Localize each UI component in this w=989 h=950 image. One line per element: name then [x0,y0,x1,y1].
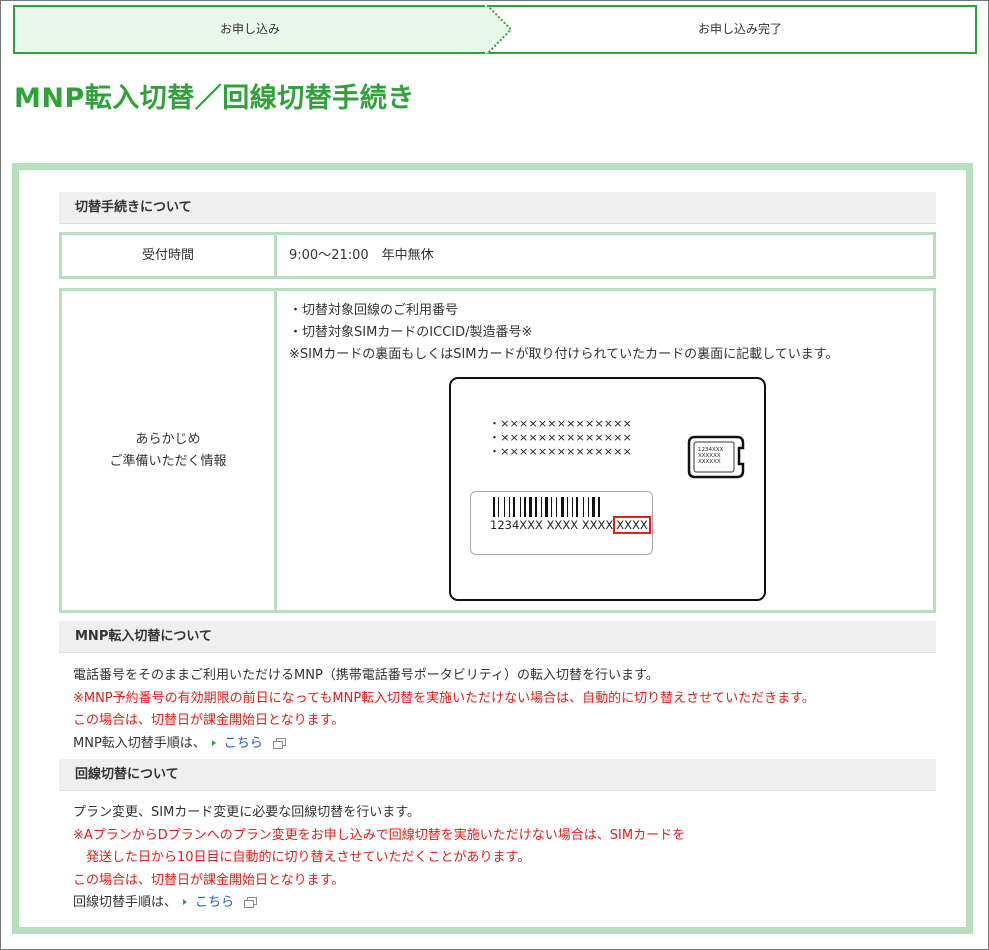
mnp-procedure-link[interactable]: こちら [224,736,263,751]
sim-chip-icon: 1234XXX XXXXXX XXXXXX [687,435,745,479]
barcode-bar [598,497,600,517]
barcode-bar [583,497,584,517]
prepare-row: あらかじめ ご準備いただく情報 ・切替対象回線のご利用番号 ・切替対象SIMカー… [59,288,936,613]
prepare-label: あらかじめ ご準備いただく情報 [62,291,277,610]
barcode-bar [509,497,510,517]
barcode-bar [529,497,532,517]
line-switch-procedure-link[interactable]: こちら [195,895,234,910]
mnp-line: 電話番号をそのままご利用いただけるMNP（携帯電話番号ポータビリティ）の転入切替… [73,668,659,683]
barcode-box: 1234XXX XXXX XXXX XXXX [470,491,653,555]
line-switch-billing-note: この場合は、切替日が課金開始日となります。 [73,872,345,888]
page-title: MNP転入切替／回線切替手続き [14,83,415,114]
barcode-icon [493,497,600,517]
barcode-bar [576,497,578,517]
barcode-bar [535,497,537,517]
line-switch-link-line: 回線切替手順は、 こちら [73,892,685,915]
prepare-note: ※SIMカードの裏面もしくはSIMカードが取り付けられていたカードの裏面に記載し… [289,347,839,362]
prepare-item: ・切替対象SIMカードのICCID/製造番号※ [289,325,533,340]
line-switch-text: プラン変更、SIMカード変更に必要な回線切替を行います。 ※AプランからDプラン… [73,802,685,915]
chip-text: XXXXXX [698,459,721,465]
barcode-bar [520,497,521,517]
card-masked-line: ・×××××××××××××× [489,417,633,430]
barcode-number: 1234XXX XXXX XXXX XXXX [490,516,651,534]
barcode-highlight: XXXX [613,516,651,534]
hours-label: 受付時間 [62,235,277,276]
hours-label-text: 受付時間 [141,247,194,263]
step-progress-bar: お申し込み お申し込み完了 [13,5,977,54]
mnp-text: 電話番号をそのままご利用いただけるMNP（携帯電話番号ポータビリティ）の転入切替… [73,665,815,755]
step-1-label: お申し込み [219,22,280,36]
barcode-bar [545,497,548,517]
mnp-link-line: MNP転入切替手順は、 こちら [73,733,815,756]
line-switch-warning: ※AプランからDプランへのプラン変更をお申し込みで回線切替を実施いただけない場合… [73,827,686,843]
barcode-bar [524,497,526,517]
barcode-bar [498,497,499,517]
barcode-bar [504,497,505,517]
line-switch-heading: 回線切替について [59,759,936,791]
hours-value: 9:00～21:00 年中無休 [289,248,434,263]
main-panel: 切替手続きについて 受付時間 9:00～21:00 年中無休 あらかじめ ご準備… [12,163,973,934]
triangle-right-icon [183,899,188,905]
external-window-icon [244,897,258,908]
mnp-warning: ※MNP予約番号の有効期限の前日になってもMNP転入切替を実施いただけない場合は… [73,690,815,706]
line-switch-link-prefix: 回線切替手順は、 [73,895,178,910]
barcode-bar [572,497,573,517]
step-2-label: お申し込み完了 [697,22,782,36]
barcode-bar [556,497,557,517]
card-masked-line: ・×××××××××××××× [489,431,633,444]
procedure-heading: 切替手続きについて [59,192,936,224]
barcode-bar [592,497,595,517]
barcode-bar [567,497,568,517]
barcode-bar [493,497,495,517]
prepare-label-line1: あらかじめ [135,431,201,447]
mnp-heading: MNP転入切替について [59,621,936,653]
triangle-right-icon [211,739,216,746]
external-window-icon [272,737,286,749]
barcode-bar [588,497,589,517]
line-switch-line: プラン変更、SIMカード変更に必要な回線切替を行います。 [73,805,421,820]
mnp-link-prefix: MNP転入切替手順は、 [73,735,206,751]
barcode-bar [561,497,564,517]
prepare-label-line2: ご準備いただく情報 [109,453,227,469]
sim-card-illustration: ・×××××××××××××× ・×××××××××××××× ・×××××××… [449,377,766,601]
prepare-item: ・切替対象回線のご利用番号 [289,303,459,318]
barcode-bar [541,497,542,517]
barcode-bar [551,497,552,517]
mnp-billing-note: この場合は、切替日が課金開始日となります。 [73,713,345,728]
barcode-bar [513,497,515,517]
card-masked-line: ・×××××××××××××× [489,445,633,458]
barcode-number-prefix: 1234XXX XXXX XXXX [490,518,614,532]
line-switch-warning-cont: 発送した日から10日目に自動的に切り替えさせていただくことがあります。 [73,850,531,865]
card-masked-lines: ・×××××××××××××× ・×××××××××××××× ・×××××××… [489,417,632,459]
hours-row: 受付時間 9:00～21:00 年中無休 [59,232,936,279]
